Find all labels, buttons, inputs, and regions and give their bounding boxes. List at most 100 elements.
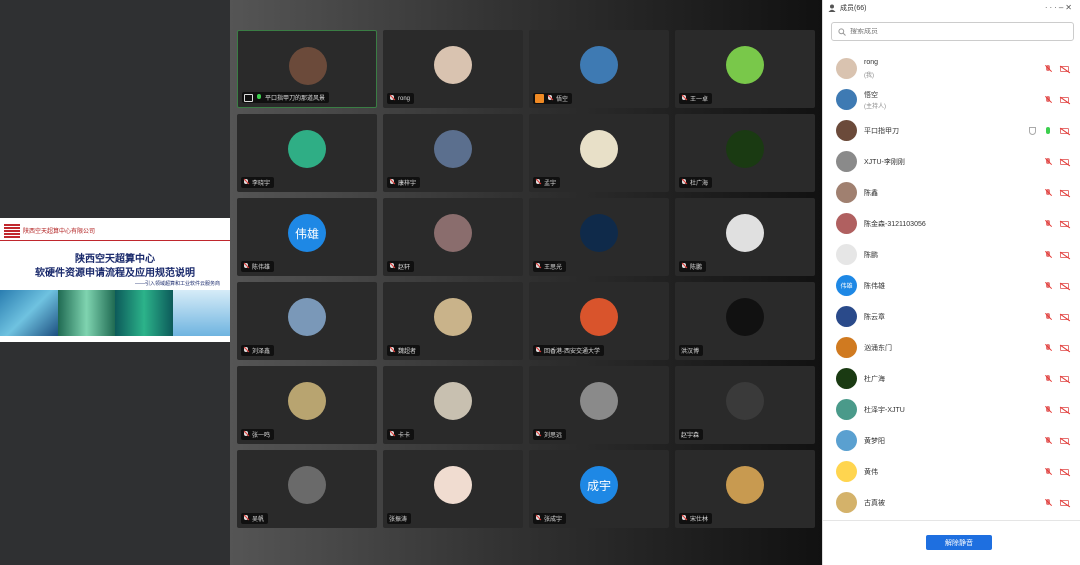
member-avatar	[836, 368, 857, 389]
participant-video-tile[interactable]: 张振涛	[383, 450, 523, 528]
participant-video-tile[interactable]: 平口指甲刀的那道风景	[237, 30, 377, 108]
camera-off-icon[interactable]	[1060, 469, 1069, 475]
camera-off-icon[interactable]	[1060, 500, 1069, 506]
microphone-muted-icon[interactable]	[1044, 437, 1052, 446]
microphone-muted-icon[interactable]	[1044, 220, 1052, 229]
camera-off-icon[interactable]	[1060, 128, 1069, 134]
participant-name: 洪汉博	[681, 349, 700, 355]
participant-video-tile[interactable]: 魏超者	[383, 282, 523, 360]
participant-video-tile[interactable]: rong	[383, 30, 523, 108]
member-row[interactable]: rong (我)	[823, 53, 1080, 84]
participant-video-tile[interactable]: 宋仕林	[675, 450, 815, 528]
participant-name-label: 杜广海	[679, 177, 713, 188]
participant-video-tile[interactable]: 王思光	[529, 198, 669, 276]
more-icon[interactable]: ···	[1045, 3, 1059, 12]
camera-off-icon[interactable]	[1060, 252, 1069, 258]
microphone-icon[interactable]	[1046, 127, 1050, 134]
member-row[interactable]: 悟空 (主持人)	[823, 84, 1080, 115]
microphone-muted-icon[interactable]	[1044, 96, 1052, 105]
member-row[interactable]: 黄梦阳	[823, 425, 1080, 456]
participant-name: 刘泽鑫	[252, 349, 271, 355]
camera-off-icon[interactable]	[1060, 438, 1069, 444]
microphone-muted-icon[interactable]	[1044, 313, 1052, 322]
camera-off-icon[interactable]	[1060, 66, 1069, 72]
slide-logo: 陕西空天超算中心有限公司	[4, 224, 95, 238]
member-row[interactable]: XJTU-李刚刚	[823, 146, 1080, 177]
participant-avatar	[726, 466, 764, 504]
member-row[interactable]: 杜广海	[823, 363, 1080, 394]
member-row[interactable]: 陈鹏	[823, 239, 1080, 270]
participant-avatar	[726, 46, 764, 84]
camera-off-icon[interactable]	[1060, 221, 1069, 227]
unmute-all-button[interactable]: 解除静音	[926, 535, 992, 550]
close-icon[interactable]: ✕	[1065, 3, 1074, 12]
member-row[interactable]: 平口指甲刀	[823, 115, 1080, 146]
participant-video-tile[interactable]: 王一卓	[675, 30, 815, 108]
camera-off-icon[interactable]	[1060, 345, 1069, 351]
microphone-muted-icon[interactable]	[1044, 406, 1052, 415]
participant-name: rong	[398, 95, 411, 102]
microphone-muted-icon[interactable]	[1044, 65, 1052, 74]
microphone-muted-icon[interactable]	[1044, 344, 1052, 353]
participant-video-tile[interactable]: 杜广海	[675, 114, 815, 192]
microphone-muted-icon[interactable]	[1044, 375, 1052, 384]
microphone-muted-icon[interactable]	[1044, 282, 1052, 291]
member-name: 陈鹏	[864, 252, 878, 259]
camera-off-icon[interactable]	[1060, 283, 1069, 289]
microphone-muted-icon[interactable]	[1044, 158, 1052, 167]
shield-icon	[1029, 127, 1036, 135]
camera-off-icon[interactable]	[1060, 376, 1069, 382]
camera-off-icon[interactable]	[1060, 314, 1069, 320]
participant-video-tile[interactable]: 回香港-西安交通大学	[529, 282, 669, 360]
member-row[interactable]: 杜泽宇-XJTU	[823, 394, 1080, 425]
member-row[interactable]: 陈云章	[823, 301, 1080, 332]
member-avatar	[836, 89, 857, 110]
participant-video-tile[interactable]: 张一鸣	[237, 366, 377, 444]
participant-name: 张振涛	[389, 517, 408, 523]
member-row[interactable]: 陈金森-3121103056	[823, 208, 1080, 239]
microphone-muted-icon	[681, 94, 687, 103]
participant-name-label: 张成宇	[533, 513, 567, 524]
member-row[interactable]: 陈鑫	[823, 177, 1080, 208]
camera-off-icon[interactable]	[1060, 97, 1069, 103]
slide-image-circuit	[0, 290, 58, 336]
camera-off-icon[interactable]	[1060, 407, 1069, 413]
member-avatar	[836, 306, 857, 327]
participant-name-label: 平口指甲刀的那道风景	[242, 92, 330, 103]
microphone-muted-icon	[535, 346, 541, 355]
participant-video-tile[interactable]: 赵宇森	[675, 366, 815, 444]
participant-avatar	[434, 298, 472, 336]
participant-video-tile[interactable]: 陈鹏	[675, 198, 815, 276]
participant-avatar	[434, 214, 472, 252]
participant-video-tile[interactable]: 康梓宇	[383, 114, 523, 192]
member-row[interactable]: 古真被	[823, 487, 1080, 518]
member-row[interactable]: 汹涌东门	[823, 332, 1080, 363]
participant-avatar: 成宇	[580, 466, 618, 504]
member-row[interactable]: 黄伟	[823, 456, 1080, 487]
participant-video-tile[interactable]: 刘泽鑫	[237, 282, 377, 360]
participant-name: 张一鸣	[252, 433, 271, 439]
participant-video-tile[interactable]: 伟雄 陈伟雄	[237, 198, 377, 276]
member-search-input[interactable]	[850, 28, 1050, 35]
participant-video-tile[interactable]: 成宇张成宇	[529, 450, 669, 528]
microphone-muted-icon[interactable]	[1044, 499, 1052, 508]
member-row[interactable]: 伟雄 陈伟雄	[823, 270, 1080, 301]
participant-video-tile[interactable]: 吴帆	[237, 450, 377, 528]
participant-video-tile[interactable]: 孟宇	[529, 114, 669, 192]
member-name: 黄梦阳	[864, 438, 885, 445]
camera-off-icon[interactable]	[1060, 190, 1069, 196]
member-search-box[interactable]	[831, 22, 1074, 41]
participant-name: 赵宇森	[681, 433, 700, 439]
participant-video-tile[interactable]: 悟空	[529, 30, 669, 108]
participant-avatar	[434, 46, 472, 84]
microphone-muted-icon[interactable]	[1044, 468, 1052, 477]
participant-video-tile[interactable]: 洪汉博	[675, 282, 815, 360]
microphone-muted-icon[interactable]	[1044, 189, 1052, 198]
participant-video-tile[interactable]: 赵轩	[383, 198, 523, 276]
participant-video-tile[interactable]: 李晓宇	[237, 114, 377, 192]
participant-video-tile[interactable]: 卡卡	[383, 366, 523, 444]
microphone-muted-icon[interactable]	[1044, 251, 1052, 260]
camera-off-icon[interactable]	[1060, 159, 1069, 165]
participant-video-tile[interactable]: 刘思远	[529, 366, 669, 444]
member-name: XJTU-李刚刚	[864, 159, 905, 166]
